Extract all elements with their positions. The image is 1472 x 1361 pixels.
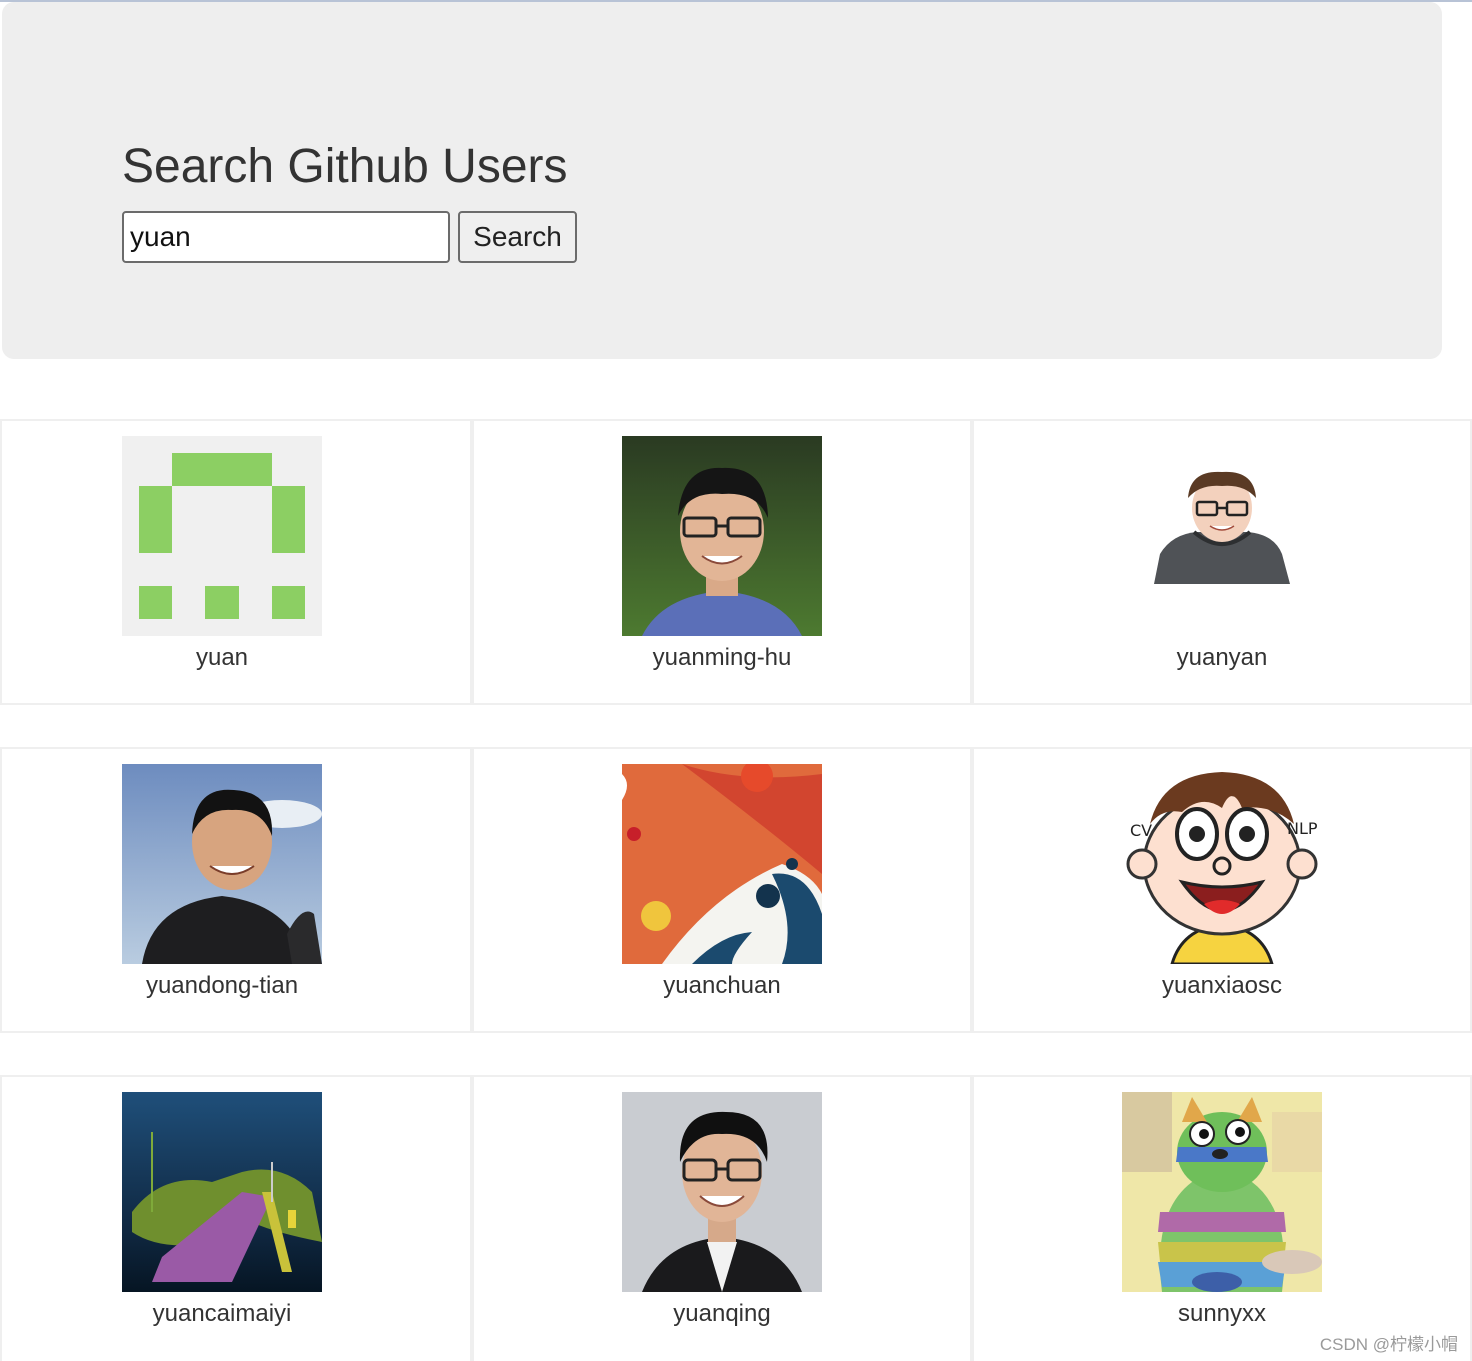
pointcloud-avatar[interactable] [122, 1092, 322, 1292]
cartoon-avatar[interactable]: CV NLP [1122, 764, 1322, 964]
user-row: yuancaimaiyi yuanqing sunnyxx [0, 1075, 1472, 1361]
user-card[interactable]: yuancaimaiyi [0, 1075, 472, 1361]
user-card[interactable]: yuandong-tian [0, 747, 472, 1033]
user-row: yuandong-tian yuanchuan CV NLP yuanxiaos… [0, 747, 1472, 1035]
identicon-avatar[interactable] [122, 436, 322, 636]
search-input[interactable] [122, 211, 450, 263]
nlp-label: NLP [1287, 819, 1318, 838]
user-card[interactable]: CV NLP yuanxiaosc [972, 747, 1472, 1033]
cv-label: CV [1130, 821, 1152, 840]
username[interactable]: yuanming-hu [502, 643, 942, 673]
cartoon-avatar[interactable] [1122, 436, 1322, 636]
username[interactable]: yuanxiaosc [1002, 971, 1442, 1001]
dog-avatar[interactable] [1122, 1092, 1322, 1292]
photo-avatar[interactable] [622, 436, 822, 636]
user-row: yuan yuanming-hu yuanyan [0, 419, 1472, 707]
user-card[interactable]: yuanyan [972, 419, 1472, 705]
user-card[interactable]: yuanming-hu [472, 419, 972, 705]
user-card[interactable]: yuan [0, 419, 472, 705]
page-title: Search Github Users [122, 140, 568, 193]
photo-avatar[interactable] [622, 1092, 822, 1292]
username[interactable]: yuancaimaiyi [2, 1299, 442, 1329]
abstract-avatar[interactable] [622, 764, 822, 964]
search-button[interactable]: Search [458, 211, 577, 263]
user-card[interactable]: yuanchuan [472, 747, 972, 1033]
username[interactable]: sunnyxx [1002, 1299, 1442, 1329]
username[interactable]: yuanqing [502, 1299, 942, 1329]
photo-avatar[interactable] [122, 764, 322, 964]
username[interactable]: yuanchuan [502, 971, 942, 1001]
username[interactable]: yuan [2, 643, 442, 673]
search-header: Search Github Users Search [2, 2, 1442, 359]
user-card[interactable]: yuanqing [472, 1075, 972, 1361]
username[interactable]: yuanyan [1002, 643, 1442, 673]
user-card[interactable]: sunnyxx [972, 1075, 1472, 1361]
watermark: CSDN @柠檬小帽 [1319, 1335, 1458, 1354]
username[interactable]: yuandong-tian [2, 971, 442, 1001]
